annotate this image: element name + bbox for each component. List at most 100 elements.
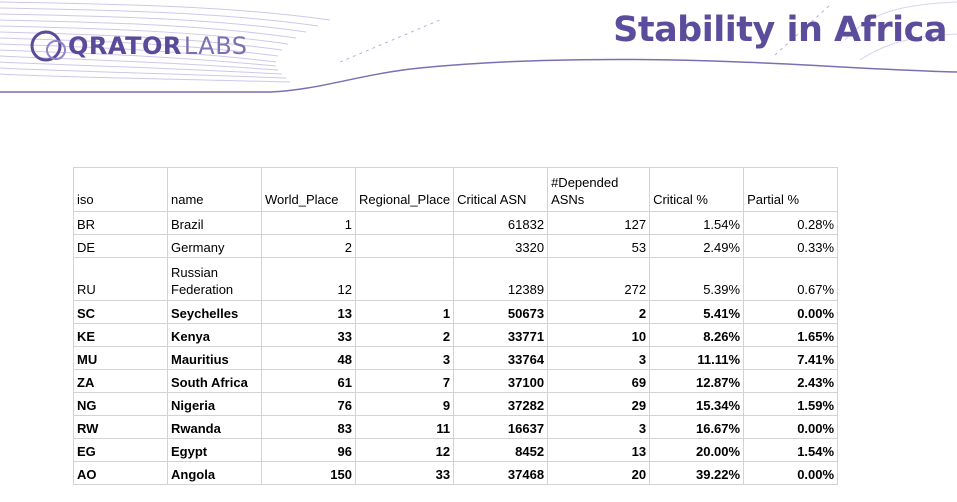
table-row: BR Brazil 1 61832 127 1.54% 0.28% — [73, 211, 839, 235]
column-header: name — [167, 167, 262, 212]
table-cell-partial-pct: 0.00% — [743, 461, 839, 485]
table-cell-regional — [354, 211, 455, 235]
table-cell-iso: RU — [73, 257, 168, 301]
table-row: ZA South Africa 61 7 37100 69 12.87% 2.43% — [73, 369, 839, 393]
table-cell-critical-asn: 12389 — [453, 257, 549, 301]
qrator-logo: QRATOR LABS — [28, 26, 247, 66]
table-cell-world: 61 — [261, 369, 356, 393]
table-cell-partial-pct: 0.00% — [743, 415, 839, 439]
table-row: KE Kenya 33 2 33771 10 8.26% 1.65% — [73, 323, 839, 347]
table-row: DE Germany 2 3320 53 2.49% 0.33% — [73, 234, 839, 258]
table-cell-iso: BR — [73, 211, 168, 235]
table-cell-iso: RW — [73, 415, 168, 439]
table-cell-partial-pct: 0.33% — [743, 234, 839, 258]
table-cell-regional — [354, 234, 455, 258]
table-cell-iso: DE — [73, 234, 168, 258]
logo-bold-text: QRATOR — [68, 32, 182, 60]
table-cell-critical-asn: 61832 — [453, 211, 549, 235]
table-cell-critical-asn: 3320 — [453, 234, 549, 258]
table-row: NG Nigeria 76 9 37282 29 15.34% 1.59% — [73, 392, 839, 416]
table-cell-regional: 33 — [354, 461, 455, 485]
table-cell-name: Mauritius — [167, 346, 262, 370]
table-cell-depended: 10 — [547, 323, 651, 347]
table-cell-name: South Africa — [167, 369, 262, 393]
table-cell-partial-pct: 1.54% — [743, 438, 839, 462]
logo-light-text: LABS — [183, 32, 248, 60]
table-row: RU Russian Federation 12 12389 272 5.39% 0.67% — [73, 257, 839, 301]
page-title: Stability in Africa — [613, 10, 947, 50]
qrator-logo-icon — [30, 30, 66, 62]
table-cell-depended: 20 — [547, 461, 651, 485]
table-cell-iso: KE — [73, 323, 168, 347]
table-cell-depended: 13 — [547, 438, 651, 462]
table-cell-critical-pct: 15.34% — [649, 392, 745, 416]
table-cell-world: 76 — [261, 392, 356, 416]
table-cell-world: 83 — [261, 415, 356, 439]
table-cell-depended: 53 — [547, 234, 651, 258]
table-cell-partial-pct: 7.41% — [743, 346, 839, 370]
table-cell-regional: 1 — [354, 300, 455, 324]
table-cell-critical-asn: 33764 — [453, 346, 549, 370]
table-cell-partial-pct: 0.67% — [743, 257, 839, 301]
table-cell-critical-pct: 2.49% — [649, 234, 745, 258]
table-cell-critical-pct: 39.22% — [649, 461, 745, 485]
table-cell-critical-asn: 37282 — [453, 392, 549, 416]
table-cell-regional: 2 — [354, 323, 455, 347]
table-cell-name: Rwanda — [167, 415, 262, 439]
table-cell-world: 2 — [261, 234, 356, 258]
table-cell-regional: 11 — [354, 415, 455, 439]
table-cell-depended: 272 — [547, 257, 651, 301]
table-cell-world: 33 — [261, 323, 356, 347]
table-cell-partial-pct: 0.28% — [743, 211, 839, 235]
table-cell-name: Egypt — [167, 438, 262, 462]
table-cell-world: 150 — [261, 461, 356, 485]
table-cell-critical-pct: 1.54% — [649, 211, 745, 235]
table-cell-critical-pct: 16.67% — [649, 415, 745, 439]
table-cell-name: Nigeria — [167, 392, 262, 416]
table-cell-iso: SC — [73, 300, 168, 324]
table-cell-world: 96 — [261, 438, 356, 462]
table-cell-name: Germany — [167, 234, 262, 258]
table-cell-critical-pct: 12.87% — [649, 369, 745, 393]
table-row: SC Seychelles 13 1 50673 2 5.41% 0.00% — [73, 300, 839, 324]
table-cell-depended: 3 — [547, 415, 651, 439]
table-cell-name: Russian Federation — [167, 257, 262, 301]
column-header: iso — [73, 167, 168, 212]
table-cell-world: 13 — [261, 300, 356, 324]
table-cell-world: 48 — [261, 346, 356, 370]
table-cell-name: Brazil — [167, 211, 262, 235]
table-cell-critical-pct: 5.41% — [649, 300, 745, 324]
table-cell-critical-asn: 50673 — [453, 300, 549, 324]
table-cell-name: Kenya — [167, 323, 262, 347]
table-row: RW Rwanda 83 11 16637 3 16.67% 0.00% — [73, 415, 839, 439]
column-header: Critical % — [649, 167, 745, 212]
column-header: Critical ASN — [453, 167, 549, 212]
table-cell-regional: 7 — [354, 369, 455, 393]
column-header: Partial % — [743, 167, 839, 212]
table-cell-regional: 3 — [354, 346, 455, 370]
table-cell-critical-asn: 33771 — [453, 323, 549, 347]
table-cell-regional — [354, 257, 455, 301]
table-cell-critical-pct: 20.00% — [649, 438, 745, 462]
table-row: AO Angola 150 33 37468 20 39.22% 0.00% — [73, 461, 839, 485]
table-cell-iso: ZA — [73, 369, 168, 393]
column-header: Regional_Place — [354, 167, 455, 212]
table-cell-critical-asn: 37100 — [453, 369, 549, 393]
table-cell-name: Seychelles — [167, 300, 262, 324]
table-cell-regional: 12 — [354, 438, 455, 462]
table-body: BR Brazil 1 61832 127 1.54% 0.28% DE Germany 2 332… — [73, 211, 839, 485]
table-cell-world: 1 — [261, 211, 356, 235]
table-cell-partial-pct: 1.65% — [743, 323, 839, 347]
table-cell-critical-asn: 37468 — [453, 461, 549, 485]
table-cell-depended: 29 — [547, 392, 651, 416]
stability-table: iso name World_Place Regional_Place Crit… — [73, 167, 839, 485]
table-cell-critical-pct: 11.11% — [649, 346, 745, 370]
table-cell-iso: NG — [73, 392, 168, 416]
table-cell-partial-pct: 2.43% — [743, 369, 839, 393]
column-header: World_Place — [261, 167, 356, 212]
table-cell-partial-pct: 0.00% — [743, 300, 839, 324]
table-cell-depended: 3 — [547, 346, 651, 370]
table-header-row: iso name World_Place Regional_Place Crit… — [73, 167, 839, 212]
column-header: #Depended ASNs — [547, 167, 651, 212]
table-row: MU Mauritius 48 3 33764 3 11.11% 7.41% — [73, 346, 839, 370]
